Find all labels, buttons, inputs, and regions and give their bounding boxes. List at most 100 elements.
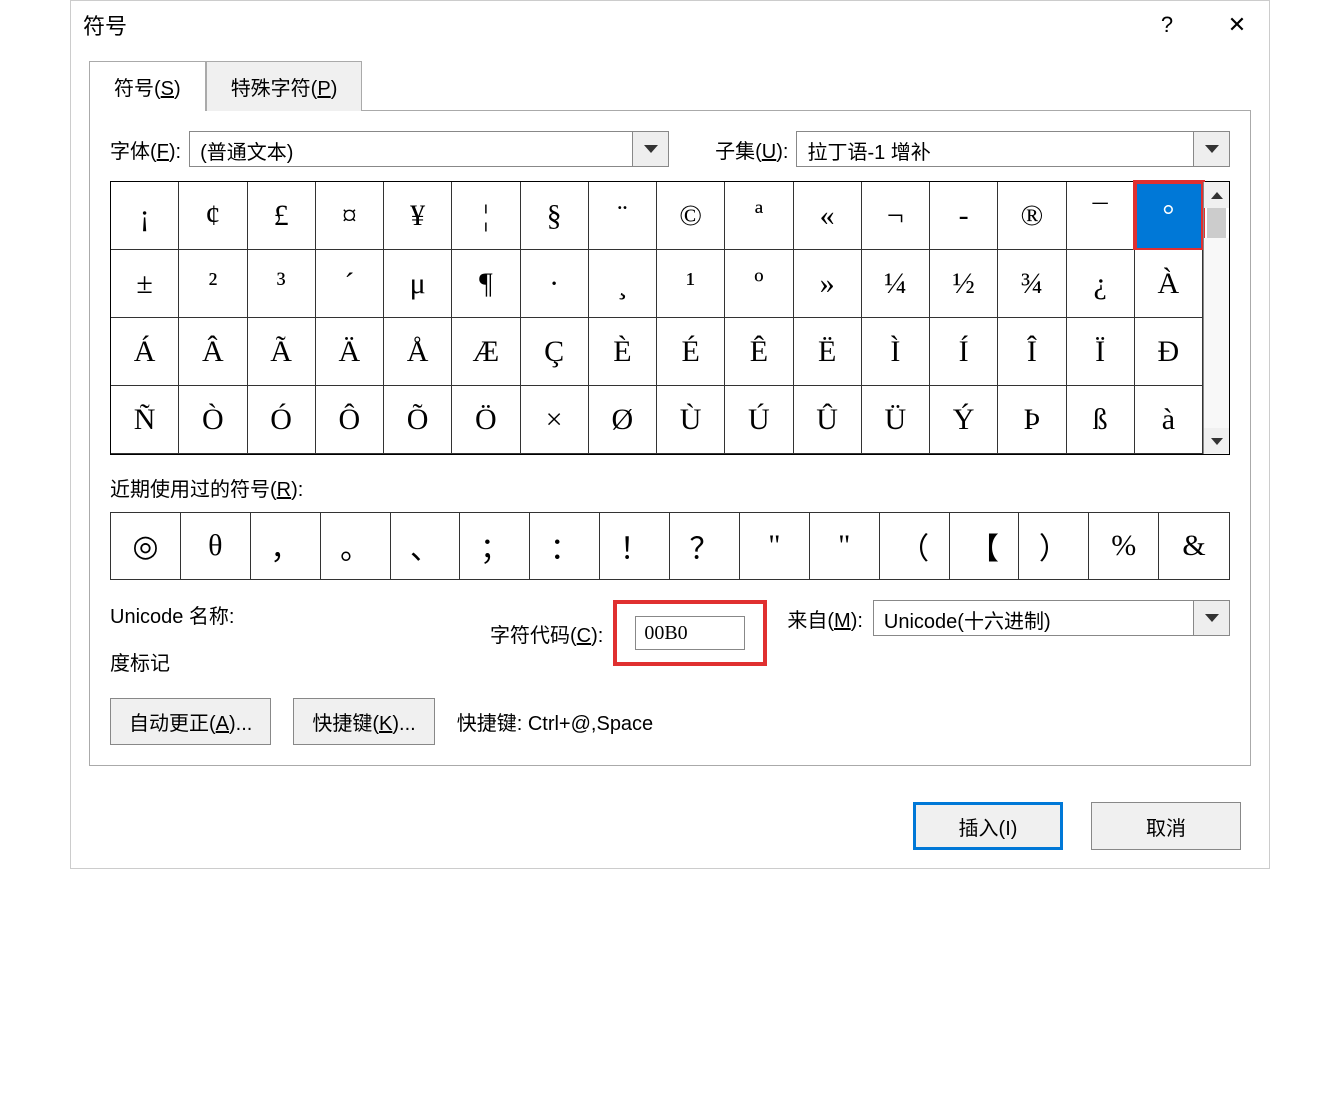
symbol-cell[interactable]: Ç — [521, 318, 589, 386]
symbol-cell[interactable]: Ó — [248, 386, 316, 454]
symbol-cell[interactable]: Í — [930, 318, 998, 386]
symbol-cell[interactable]: ¿ — [1067, 250, 1135, 318]
scroll-down-button[interactable] — [1204, 428, 1229, 454]
subset-select-value: 拉丁语-1 增补 — [797, 132, 1193, 166]
recent-symbol-cell[interactable]: ： — [530, 513, 600, 579]
font-select[interactable]: (普通文本) — [189, 131, 669, 167]
symbol-cell[interactable]: À — [1135, 250, 1203, 318]
symbol-cell[interactable]: ¨ — [589, 182, 657, 250]
symbol-cell[interactable]: Ã — [248, 318, 316, 386]
recent-symbol-cell[interactable]: ！ — [600, 513, 670, 579]
symbol-cell[interactable]: Ú — [725, 386, 793, 454]
recent-symbol-cell[interactable]: " — [740, 513, 810, 579]
shortcut-key-button[interactable]: 快捷键(K)... — [293, 698, 434, 745]
symbol-cell[interactable]: ¯ — [1067, 182, 1135, 250]
scroll-up-button[interactable] — [1204, 182, 1229, 208]
insert-button[interactable]: 插入(I) — [913, 802, 1063, 850]
recent-symbol-cell[interactable]: % — [1089, 513, 1159, 579]
symbol-cell[interactable]: ¸ — [589, 250, 657, 318]
symbol-cell[interactable]: É — [657, 318, 725, 386]
symbol-cell[interactable]: ¦ — [452, 182, 520, 250]
symbol-cell[interactable]: Õ — [384, 386, 452, 454]
recent-symbol-cell[interactable]: 。 — [321, 513, 391, 579]
symbol-cell[interactable]: Ô — [316, 386, 384, 454]
symbol-cell[interactable]: Ë — [794, 318, 862, 386]
symbol-cell[interactable]: ® — [998, 182, 1066, 250]
symbol-cell[interactable]: ´ — [316, 250, 384, 318]
symbol-cell[interactable]: Ï — [1067, 318, 1135, 386]
symbol-cell[interactable]: Þ — [998, 386, 1066, 454]
symbol-cell[interactable]: È — [589, 318, 657, 386]
symbol-cell[interactable]: ¶ — [452, 250, 520, 318]
recent-symbol-cell[interactable]: ； — [460, 513, 530, 579]
symbol-cell[interactable]: º — [725, 250, 793, 318]
recent-symbol-cell[interactable]: θ — [181, 513, 251, 579]
symbol-cell[interactable]: £ — [248, 182, 316, 250]
recent-symbol-cell[interactable]: ◎ — [111, 513, 181, 579]
symbol-cell[interactable]: Æ — [452, 318, 520, 386]
symbol-cell[interactable]: ß — [1067, 386, 1135, 454]
autocorrect-button[interactable]: 自动更正(A)... — [110, 698, 271, 745]
symbol-cell[interactable]: Ñ — [111, 386, 179, 454]
symbol-cell[interactable]: à — [1135, 386, 1203, 454]
symbol-cell[interactable]: ¬ — [862, 182, 930, 250]
tab-special-characters[interactable]: 特殊字符(P) — [206, 61, 363, 111]
symbol-cell[interactable]: ± — [111, 250, 179, 318]
symbol-cell[interactable]: Ù — [657, 386, 725, 454]
symbol-cell[interactable]: Đ — [1135, 318, 1203, 386]
symbol-cell[interactable]: Ý — [930, 386, 998, 454]
symbol-cell[interactable]: Ö — [452, 386, 520, 454]
recent-symbol-cell[interactable]: ， — [251, 513, 321, 579]
symbol-cell[interactable]: Û — [794, 386, 862, 454]
symbol-cell[interactable]: ª — [725, 182, 793, 250]
recent-symbol-cell[interactable]: 【 — [950, 513, 1020, 579]
chevron-down-icon — [632, 132, 668, 166]
scrollbar-track[interactable] — [1204, 238, 1229, 428]
cancel-button[interactable]: 取消 — [1091, 802, 1241, 850]
recent-symbol-cell[interactable]: ） — [1019, 513, 1089, 579]
symbol-cell[interactable]: Ê — [725, 318, 793, 386]
recent-symbol-cell[interactable]: & — [1159, 513, 1229, 579]
symbol-cell[interactable]: ¢ — [179, 182, 247, 250]
symbol-cell[interactable]: « — [794, 182, 862, 250]
symbol-cell[interactable]: § — [521, 182, 589, 250]
symbol-cell[interactable]: Ò — [179, 386, 247, 454]
symbol-cell[interactable]: ¤ — [316, 182, 384, 250]
symbol-cell[interactable]: Î — [998, 318, 1066, 386]
help-button[interactable]: ? — [1147, 10, 1187, 40]
font-subset-row: 字体(F): (普通文本) 子集(U): 拉丁语-1 增补 — [110, 131, 1230, 167]
recent-symbol-cell[interactable]: 、 — [391, 513, 461, 579]
symbol-cell[interactable]: Ø — [589, 386, 657, 454]
symbol-cell[interactable]: Ì — [862, 318, 930, 386]
symbol-cell[interactable]: ° — [1135, 182, 1203, 250]
symbol-cell[interactable]: ¹ — [657, 250, 725, 318]
from-select[interactable]: Unicode(十六进制) — [873, 600, 1230, 636]
recent-symbol-cell[interactable]: （ — [880, 513, 950, 579]
scrollbar-thumb[interactable] — [1207, 208, 1226, 238]
char-code-input[interactable] — [635, 616, 745, 650]
symbol-cell[interactable]: - — [930, 182, 998, 250]
symbol-cell[interactable]: Ä — [316, 318, 384, 386]
grid-scrollbar[interactable] — [1203, 182, 1229, 454]
symbol-cell[interactable]: ¼ — [862, 250, 930, 318]
symbol-cell[interactable]: Á — [111, 318, 179, 386]
symbol-cell[interactable]: ² — [179, 250, 247, 318]
symbol-cell[interactable]: © — [657, 182, 725, 250]
symbol-cell[interactable]: Â — [179, 318, 247, 386]
symbol-cell[interactable]: · — [521, 250, 589, 318]
symbol-cell[interactable]: » — [794, 250, 862, 318]
symbol-cell[interactable]: ¾ — [998, 250, 1066, 318]
symbol-cell[interactable]: Å — [384, 318, 452, 386]
symbol-cell[interactable]: ¡ — [111, 182, 179, 250]
close-button[interactable]: ✕ — [1217, 10, 1257, 40]
subset-select[interactable]: 拉丁语-1 增补 — [796, 131, 1230, 167]
recent-symbol-cell[interactable]: ？ — [670, 513, 740, 579]
symbol-cell[interactable]: μ — [384, 250, 452, 318]
recent-symbol-cell[interactable]: " — [810, 513, 880, 579]
symbol-cell[interactable]: ¥ — [384, 182, 452, 250]
symbol-cell[interactable]: × — [521, 386, 589, 454]
tab-symbols[interactable]: 符号(S) — [89, 61, 206, 111]
symbol-cell[interactable]: ½ — [930, 250, 998, 318]
symbol-cell[interactable]: ³ — [248, 250, 316, 318]
symbol-cell[interactable]: Ü — [862, 386, 930, 454]
